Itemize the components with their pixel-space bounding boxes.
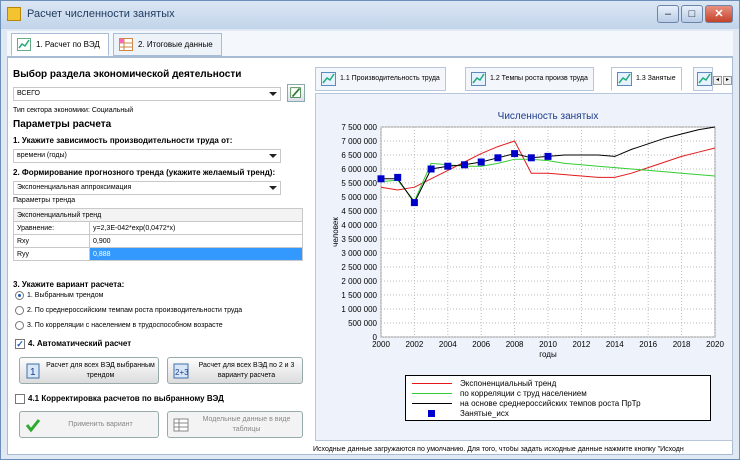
param-name: Rxy bbox=[13, 234, 90, 248]
select-value: ВСЕГО bbox=[17, 90, 41, 97]
param-value[interactable]: y=2,3E-042*exp(0,0472*x) bbox=[89, 221, 303, 235]
tab-label: 1. Расчет по ВЭД bbox=[36, 40, 100, 49]
button-label: Применить вариант bbox=[68, 421, 133, 428]
checkbox-label: 4. Автоматический расчет bbox=[28, 339, 132, 348]
chart-line-icon bbox=[17, 38, 31, 51]
params-title: Параметры расчета bbox=[13, 119, 112, 130]
chart-line-icon bbox=[321, 72, 336, 86]
param-value[interactable]: 0,888 bbox=[89, 247, 303, 261]
section-title: Выбор раздела экономической деятельности bbox=[13, 69, 242, 80]
checkbox-box bbox=[15, 394, 25, 404]
checkmark-icon bbox=[25, 419, 41, 433]
legend-swatch bbox=[412, 383, 452, 384]
svg-text:1: 1 bbox=[30, 367, 36, 378]
select-value: Экспоненциальная аппроксимация bbox=[17, 184, 132, 191]
chart-line-icon bbox=[471, 72, 486, 86]
edit-button[interactable] bbox=[287, 84, 305, 102]
calc-variant-23-button[interactable]: 2+3 Расчет для всех ВЭД по 2 и 3 вариант… bbox=[167, 357, 303, 384]
legend-swatch bbox=[412, 403, 452, 404]
table-header: Экспоненциальный тренд bbox=[13, 208, 303, 222]
table-row: Ryy 0,888 bbox=[13, 247, 303, 261]
legend-label: Экспоненциальный тренд bbox=[460, 379, 557, 388]
apply-variant-button[interactable]: Применить вариант bbox=[19, 411, 159, 438]
checkmark-icon: ✓ bbox=[15, 339, 25, 349]
step2-label: 2. Формирование прогнозного тренда (укаж… bbox=[13, 168, 276, 177]
radio-dot bbox=[15, 291, 24, 300]
correction-checkbox[interactable]: 4.1 Корректировка расчетов по выбранному… bbox=[15, 394, 224, 404]
radio-label: 2. По среднероссийским темпам роста прои… bbox=[27, 307, 243, 314]
chart-tab-productivity[interactable]: 1.1 Производительность труда bbox=[315, 67, 446, 91]
svg-text:2+3: 2+3 bbox=[175, 368, 189, 377]
legend-swatch bbox=[428, 410, 435, 417]
tab-label: 1.1 Производительность труда bbox=[340, 75, 440, 82]
chart-legend: Экспоненциальный тренд по корреляции с т… bbox=[405, 375, 711, 421]
main-tabbar: 1. Расчет по ВЭД 2. Итоговые данные bbox=[7, 31, 733, 57]
legend-label: на основе среднероссийских темпов роста … bbox=[460, 399, 641, 408]
close-button[interactable]: ✕ bbox=[705, 5, 733, 23]
tab-label: 1.2 Темпы роста произв труда bbox=[490, 75, 588, 82]
trend-params-label: Параметры тренда bbox=[13, 197, 76, 204]
radio-label: 3. По корреляции с населением в трудоспо… bbox=[27, 322, 223, 329]
chart-line-icon bbox=[697, 72, 712, 86]
tab-summary-data[interactable]: 2. Итоговые данные bbox=[113, 33, 222, 56]
status-bar: Исходные данные загружаются по умолчанию… bbox=[313, 446, 684, 453]
section-select[interactable]: ВСЕГО bbox=[13, 87, 281, 101]
model-data-button[interactable]: Модельные данные в виде таблицы bbox=[167, 411, 303, 438]
tab-scroll-right-button[interactable]: ▸ bbox=[723, 76, 732, 85]
title-bar: Расчет численности занятых – □ ✕ bbox=[1, 1, 739, 29]
tab-label: 2. Итоговые данные bbox=[138, 40, 213, 49]
calc-all-button[interactable]: 1 Расчет для всех ВЭД выбранным трендом bbox=[19, 357, 159, 384]
checkbox-label: 4.1 Корректировка расчетов по выбранному… bbox=[28, 394, 224, 403]
radio-label: 1. Выбранным трендом bbox=[27, 292, 104, 299]
dependency-select[interactable]: времени (годы) bbox=[13, 149, 281, 163]
step1-label: 1. Укажите зависимость производительност… bbox=[13, 136, 233, 145]
chart-tab-growth-rates[interactable]: 1.2 Темпы роста произв труда bbox=[465, 67, 594, 91]
variant-radio-1[interactable]: 1. Выбранным трендом bbox=[15, 291, 103, 301]
button-label: Расчет для всех ВЭД по 2 и 3 варианту ра… bbox=[198, 362, 295, 379]
maximize-button[interactable]: □ bbox=[681, 5, 703, 23]
table-row: Rxy 0,900 bbox=[13, 234, 303, 248]
param-name: Уравнение: bbox=[13, 221, 90, 235]
calculator-icon: 1 bbox=[26, 363, 40, 379]
table-row: Уравнение: y=2,3E-042*exp(0,0472*x) bbox=[13, 221, 303, 235]
table-grid-icon bbox=[119, 38, 133, 51]
tab-calc-by-ved[interactable]: 1. Расчет по ВЭД bbox=[11, 33, 109, 56]
button-label: Модельные данные в виде таблицы bbox=[202, 416, 291, 433]
app-icon bbox=[7, 7, 21, 21]
param-name: Ryy bbox=[13, 247, 90, 261]
trend-select[interactable]: Экспоненциальная аппроксимация bbox=[13, 181, 281, 195]
param-value[interactable]: 0,900 bbox=[89, 234, 303, 248]
tab-label: 1.3 Занятые bbox=[636, 75, 676, 82]
tab-scroll-left-button[interactable]: ◂ bbox=[713, 76, 722, 85]
chart-tab-employed[interactable]: 1.3 Занятые bbox=[611, 67, 682, 91]
auto-calc-checkbox[interactable]: ✓ 4. Автоматический расчет bbox=[15, 339, 131, 349]
radio-dot bbox=[15, 321, 24, 330]
legend-swatch bbox=[412, 393, 452, 394]
sector-type-label: Тип сектора экономики: Социальный bbox=[13, 107, 134, 114]
legend-label: Занятые_исх bbox=[460, 409, 509, 418]
select-value: времени (годы) bbox=[17, 152, 67, 159]
variant-radio-2[interactable]: 2. По среднероссийским темпам роста прои… bbox=[15, 306, 242, 316]
radio-dot bbox=[15, 306, 24, 315]
app-window: Расчет численности занятых – □ ✕ 1. Расч… bbox=[0, 0, 740, 460]
calculator-icon: 2+3 bbox=[173, 363, 189, 379]
chart-tab-more[interactable] bbox=[693, 67, 713, 91]
legend-label: по корреляции с труд населением bbox=[460, 389, 587, 398]
step3-label: 3. Укажите вариант расчета: bbox=[13, 280, 125, 289]
minimize-button[interactable]: – bbox=[657, 5, 679, 23]
chevron-down-icon bbox=[269, 154, 277, 158]
chevron-down-icon bbox=[269, 92, 277, 96]
variant-radio-3[interactable]: 3. По корреляции с населением в трудоспо… bbox=[15, 321, 223, 331]
table-icon bbox=[173, 418, 189, 432]
chart-line-icon bbox=[617, 72, 632, 86]
pencil-edit-icon bbox=[290, 87, 301, 98]
window-title: Расчет численности занятых bbox=[27, 8, 175, 20]
trend-params-table: Экспоненциальный тренд Уравнение: y=2,3E-… bbox=[13, 208, 303, 261]
chevron-down-icon bbox=[269, 186, 277, 190]
button-label: Расчет для всех ВЭД выбранным трендом bbox=[46, 362, 155, 379]
